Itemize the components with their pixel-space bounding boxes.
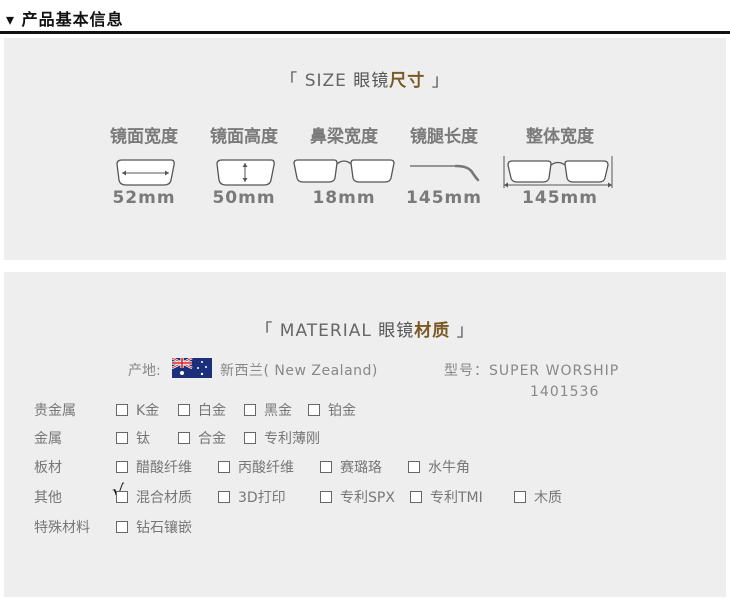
dimension-value: 145mm: [522, 188, 598, 208]
option-k-gold[interactable]: K金: [116, 400, 159, 420]
size-panel: 「 SIZE 眼镜尺寸 」 镜面宽度 52mm 镜面高度 50mm 鼻梁宽度 1…: [4, 38, 726, 260]
model-value: 1401536: [530, 384, 600, 400]
row-label: 金属: [34, 431, 62, 447]
material-row-precious-metal: 贵金属 K金 白金 黑金 铂金: [4, 400, 726, 422]
option-patent-spx[interactable]: 专利SPX: [320, 487, 395, 507]
header-divider: [0, 31, 730, 34]
option-white-gold[interactable]: 白金: [178, 400, 226, 420]
checkbox[interactable]: [116, 432, 128, 444]
row-label: 特殊材料: [34, 520, 90, 536]
row-label: 其他: [34, 490, 62, 506]
material-panel: 「 MATERIAL 眼镜材质 」 产地: 新西兰( New Zealand) …: [4, 272, 726, 597]
option-wood[interactable]: 木质: [514, 487, 562, 507]
checkbox[interactable]: [218, 491, 230, 503]
origin-label: 产地:: [128, 363, 161, 379]
option-platinum[interactable]: 铂金: [308, 400, 356, 420]
row-label: 板材: [34, 460, 62, 476]
option-black-gold[interactable]: 黑金: [244, 400, 292, 420]
model-label: 型号：SUPER WORSHIP: [444, 363, 620, 379]
temple-length-icon: [410, 164, 480, 182]
option-patent-thin-steel[interactable]: 专利薄刚: [244, 428, 320, 448]
origin-row: 产地: 新西兰( New Zealand) 型号：SUPER WORSHIP 1…: [4, 358, 726, 400]
checkbox[interactable]: [178, 404, 190, 416]
checkbox[interactable]: [116, 404, 128, 416]
origin-value: 新西兰( New Zealand): [220, 363, 378, 379]
option-diamond-inlay[interactable]: 钻石镶嵌: [116, 517, 192, 537]
checkbox[interactable]: [116, 521, 128, 533]
material-row-other: 其他 √ 混合材质 3D打印 专利SPX 专利TMI 木质: [4, 481, 726, 509]
checkbox[interactable]: [178, 432, 190, 444]
material-row-special: 特殊材料 钻石镶嵌: [4, 517, 726, 539]
material-row-acetate: 板材 醋酸纤维 丙酸纤维 赛璐珞 水牛角: [4, 457, 726, 479]
checkbox[interactable]: [308, 404, 320, 416]
option-celluloid[interactable]: 赛璐珞: [320, 457, 382, 477]
option-mixed-material[interactable]: 混合材质: [116, 487, 192, 507]
option-titanium[interactable]: 钛: [116, 428, 150, 448]
option-3d-print[interactable]: 3D打印: [218, 487, 286, 507]
option-cellulose-acetate[interactable]: 醋酸纤维: [116, 457, 192, 477]
total-width-icon: [503, 156, 613, 188]
checkbox[interactable]: [116, 461, 128, 473]
row-label: 贵金属: [34, 403, 76, 419]
checkbox[interactable]: [514, 491, 526, 503]
size-section-title: 「 SIZE 眼镜尺寸 」: [280, 71, 450, 91]
checkbox[interactable]: [244, 432, 256, 444]
section-header: ▾ 产品基本信息: [0, 0, 730, 36]
material-section-title: 「 MATERIAL 眼镜材质 」: [255, 321, 475, 341]
dimension-value: 145mm: [406, 188, 482, 208]
checkbox[interactable]: [244, 404, 256, 416]
australia-flag-icon: [172, 358, 212, 378]
checkbox-checked[interactable]: [116, 491, 128, 503]
checkbox[interactable]: [320, 491, 332, 503]
checkbox[interactable]: [218, 461, 230, 473]
material-row-metal: 金属 钛 合金 专利薄刚: [4, 428, 726, 450]
option-alloy[interactable]: 合金: [178, 428, 226, 448]
checkbox[interactable]: [320, 461, 332, 473]
option-patent-tmi[interactable]: 专利TMI: [410, 487, 483, 507]
checkbox[interactable]: [408, 461, 420, 473]
option-buffalo-horn[interactable]: 水牛角: [408, 457, 470, 477]
checkbox[interactable]: [410, 491, 422, 503]
option-cellulose-propionate[interactable]: 丙酸纤维: [218, 457, 294, 477]
section-header-title: ▾ 产品基本信息: [6, 10, 124, 29]
